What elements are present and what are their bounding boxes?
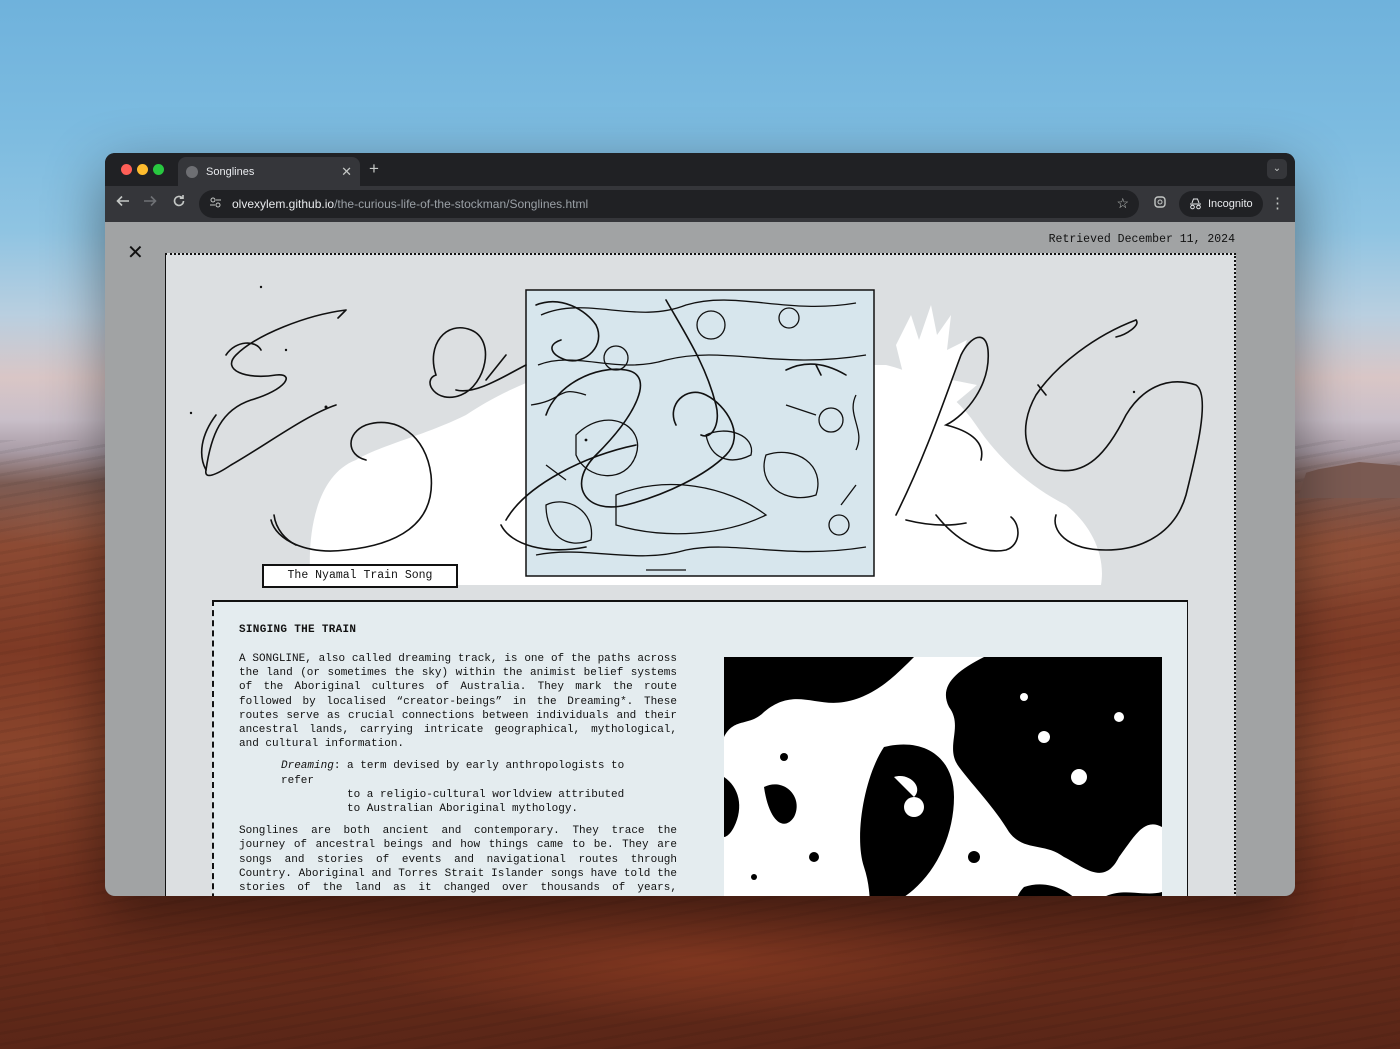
arrow-left-icon [116, 195, 129, 207]
tab-songlines[interactable]: Songlines ✕ [178, 157, 360, 186]
kebab-menu-icon[interactable]: ⋮ [1270, 194, 1285, 212]
note-line-2: to a religio-cultural worldview attribut… [347, 788, 625, 816]
songlines-title-artwork [189, 285, 1204, 585]
maximize-window-button[interactable] [153, 164, 164, 175]
close-icon[interactable]: ✕ [127, 240, 144, 264]
paragraph-1: A SONGLINE, also called dreaming track, … [239, 653, 677, 751]
caption-box: The Nyamal Train Song [262, 564, 458, 588]
incognito-label: Incognito [1208, 198, 1253, 210]
article-text: A SONGLINE, also called dreaming track, … [239, 652, 677, 896]
content-panel: SINGING THE TRAIN A SONGLINE, also calle… [212, 600, 1188, 896]
site-info-icon[interactable] [209, 196, 222, 212]
tab-bar: Songlines ✕ + ⌄ [105, 153, 1295, 186]
section-heading: SINGING THE TRAIN [239, 624, 357, 636]
url-host: olvexylem.github.io [232, 197, 335, 211]
arrow-right-icon [144, 195, 157, 207]
note-term: Dreaming [281, 760, 334, 773]
star-icon[interactable]: ☆ [1116, 195, 1129, 212]
document-sheet: The Nyamal Train Song SINGING THE TRAIN … [165, 253, 1236, 896]
forward-button[interactable] [143, 194, 157, 214]
incognito-icon [1190, 198, 1201, 210]
tab-search-chevron-icon[interactable]: ⌄ [1267, 159, 1287, 179]
toolbar: olvexylem.github.io /the-curious-life-of… [105, 186, 1295, 222]
retrieved-date: Retrieved December 11, 2024 [1048, 233, 1235, 246]
url-path: /the-curious-life-of-the-stockman/Songli… [334, 197, 589, 211]
browser-window: Songlines ✕ + ⌄ olvexylem.github.io /the… [105, 153, 1295, 896]
reload-button[interactable] [172, 194, 186, 214]
reload-icon [173, 195, 185, 207]
footnote: Dreaming: a term devised by early anthro… [281, 759, 641, 816]
incognito-indicator[interactable]: Incognito [1179, 191, 1263, 217]
tab-close-icon[interactable]: ✕ [341, 164, 352, 180]
back-button[interactable] [116, 194, 130, 214]
bw-photo [724, 657, 1162, 896]
tab-title: Songlines [206, 165, 255, 178]
address-bar[interactable]: olvexylem.github.io /the-curious-life-of… [199, 190, 1139, 218]
paragraph-2: Songlines are both ancient and contempor… [239, 825, 677, 895]
minimize-window-button[interactable] [137, 164, 148, 175]
page-viewport: ✕ Retrieved December 11, 2024 The Nyamal… [105, 222, 1295, 896]
new-tab-button[interactable]: + [369, 159, 379, 179]
close-window-button[interactable] [121, 164, 132, 175]
globe-icon [186, 165, 198, 178]
extensions-icon[interactable] [1153, 195, 1167, 212]
